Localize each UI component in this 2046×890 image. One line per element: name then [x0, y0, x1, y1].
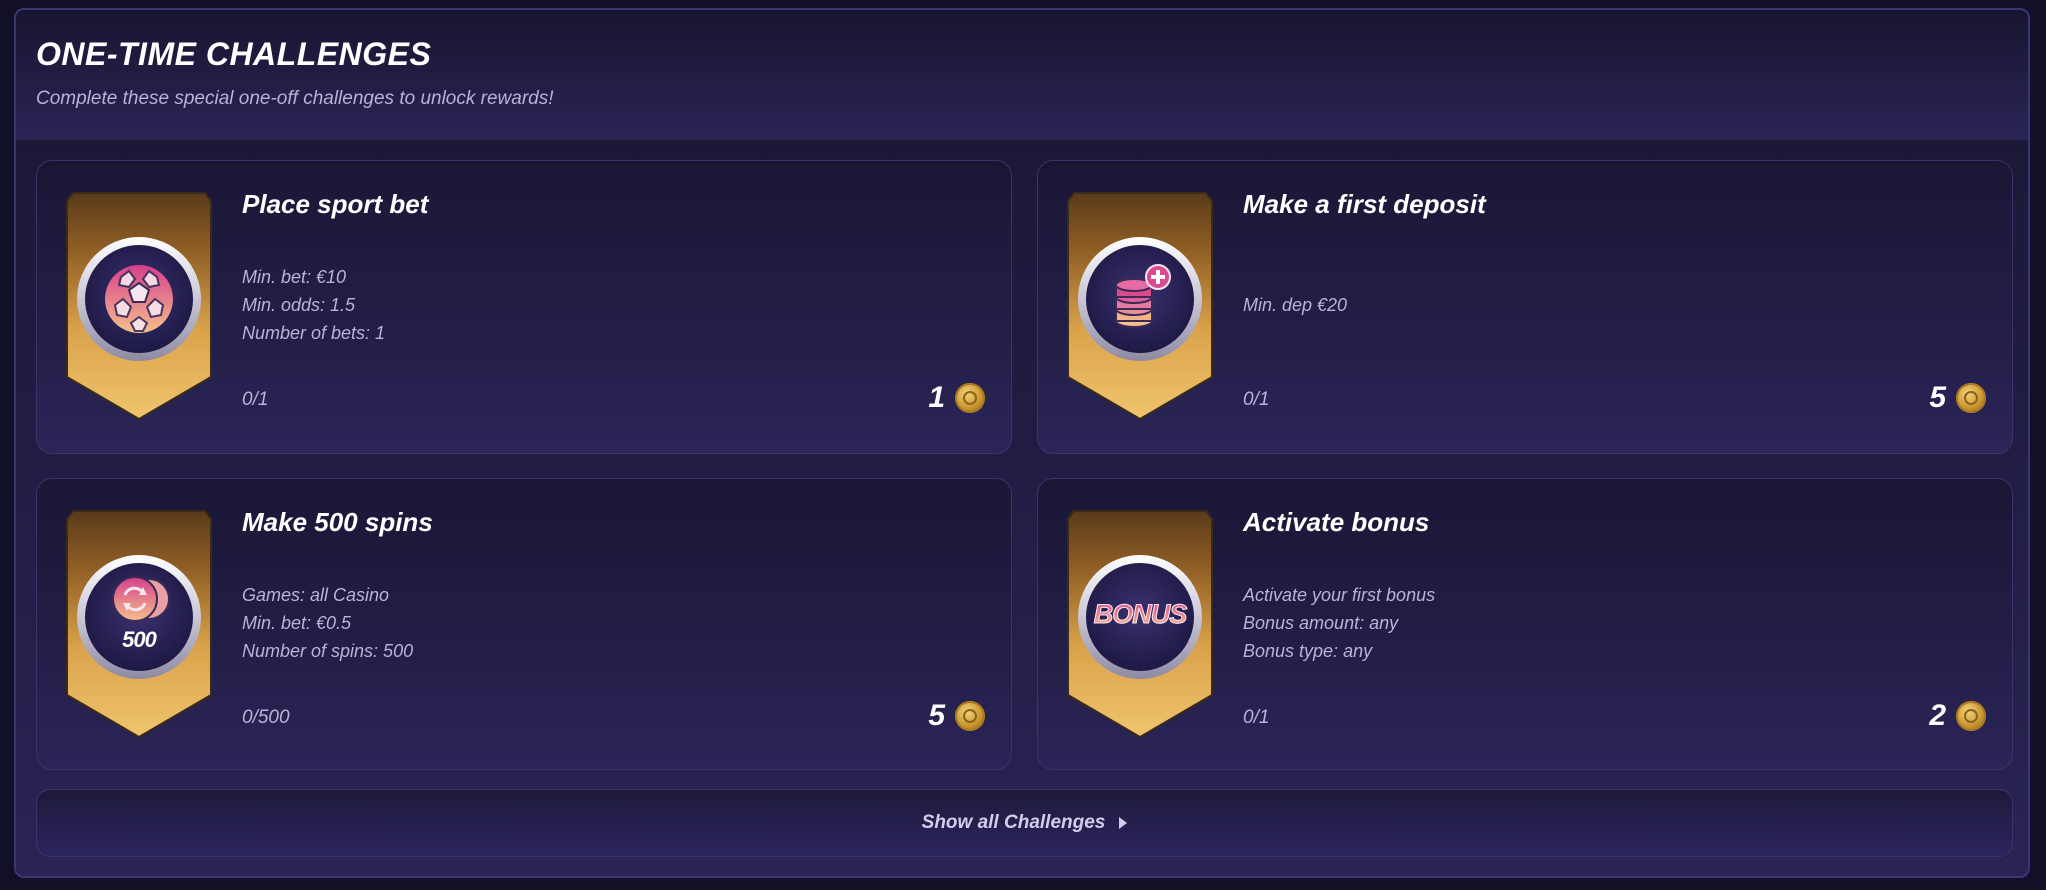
challenges-panel: ONE-TIME CHALLENGES Complete these speci…	[14, 8, 2030, 878]
challenge-progress: 0/500	[242, 707, 290, 728]
requirement-item: Bonus type: any	[1243, 641, 1373, 661]
challenge-progress: 0/1	[242, 389, 269, 410]
reward-value: 1	[928, 381, 945, 414]
challenge-title: Activate bonus	[1243, 507, 1430, 537]
challenge-progress: 0/1	[1243, 707, 1270, 728]
challenge-badge: BONUS	[1062, 505, 1218, 741]
requirement-item: Min. bet: €0.5	[242, 613, 352, 633]
requirement-item: Min. odds: 1.5	[242, 295, 356, 315]
challenge-requirements: Games: all Casino Min. bet: €0.5 Number …	[242, 581, 413, 665]
challenge-title: Make 500 spins	[242, 507, 433, 537]
show-all-label: Show all Challenges	[921, 812, 1106, 833]
reward-value: 5	[1929, 381, 1946, 414]
challenge-title: Make a first deposit	[1243, 189, 1486, 219]
requirement-item: Activate your first bonus	[1243, 585, 1436, 605]
bonus-icon: BONUS	[1062, 599, 1218, 630]
coin-stack-plus-icon	[1115, 264, 1171, 328]
challenge-badge	[61, 187, 217, 423]
caret-right-icon	[1119, 817, 1128, 829]
challenge-card-activate-bonus[interactable]: BONUS Activate bonus Activate your first…	[1037, 478, 2013, 770]
challenge-reward: 5	[1929, 381, 1986, 415]
challenge-requirements: Activate your first bonus Bonus amount: …	[1243, 581, 1435, 665]
challenge-badge	[1062, 187, 1218, 423]
requirement-item: Games: all Casino	[242, 585, 390, 605]
requirement-item: Min. dep €20	[1243, 295, 1348, 315]
coin-icon	[955, 701, 985, 731]
challenge-card-first-deposit[interactable]: Make a first deposit Min. dep €20 0/1 5	[1037, 160, 2013, 454]
reward-value: 5	[928, 699, 945, 732]
challenge-reward: 5	[928, 699, 985, 733]
requirement-item: Bonus amount: any	[1243, 613, 1399, 633]
panel-subtitle: Complete these special one-off challenge…	[36, 88, 554, 109]
coin-icon	[955, 383, 985, 413]
requirement-item: Number of bets: 1	[242, 323, 386, 343]
requirement-item: Number of spins: 500	[242, 641, 414, 661]
spins-icon	[112, 576, 170, 622]
panel-header: ONE-TIME CHALLENGES Complete these speci…	[16, 10, 2028, 140]
challenge-card-500-spins[interactable]: 500 Make 500 spins Games: all Casino Min…	[36, 478, 1012, 770]
coin-icon	[1956, 701, 1986, 731]
challenge-requirements: Min. dep €20	[1243, 291, 1347, 319]
spins-count-label: 500	[122, 627, 157, 652]
challenge-badge: 500	[61, 505, 217, 741]
show-all-challenges-button[interactable]: Show all Challenges	[36, 789, 2013, 857]
coin-icon	[1956, 383, 1986, 413]
panel-title: ONE-TIME CHALLENGES	[36, 36, 432, 72]
challenge-title: Place sport bet	[242, 189, 429, 219]
challenge-progress: 0/1	[1243, 389, 1270, 410]
challenge-reward: 1	[928, 381, 985, 415]
challenge-card-sport-bet[interactable]: Place sport bet Min. bet: €10 Min. odds:…	[36, 160, 1012, 454]
requirement-item: Min. bet: €10	[242, 267, 347, 287]
reward-value: 2	[1929, 699, 1946, 732]
challenge-reward: 2	[1929, 699, 1986, 733]
challenge-requirements: Min. bet: €10 Min. odds: 1.5 Number of b…	[242, 263, 385, 347]
soccer-ball-icon	[105, 265, 173, 333]
